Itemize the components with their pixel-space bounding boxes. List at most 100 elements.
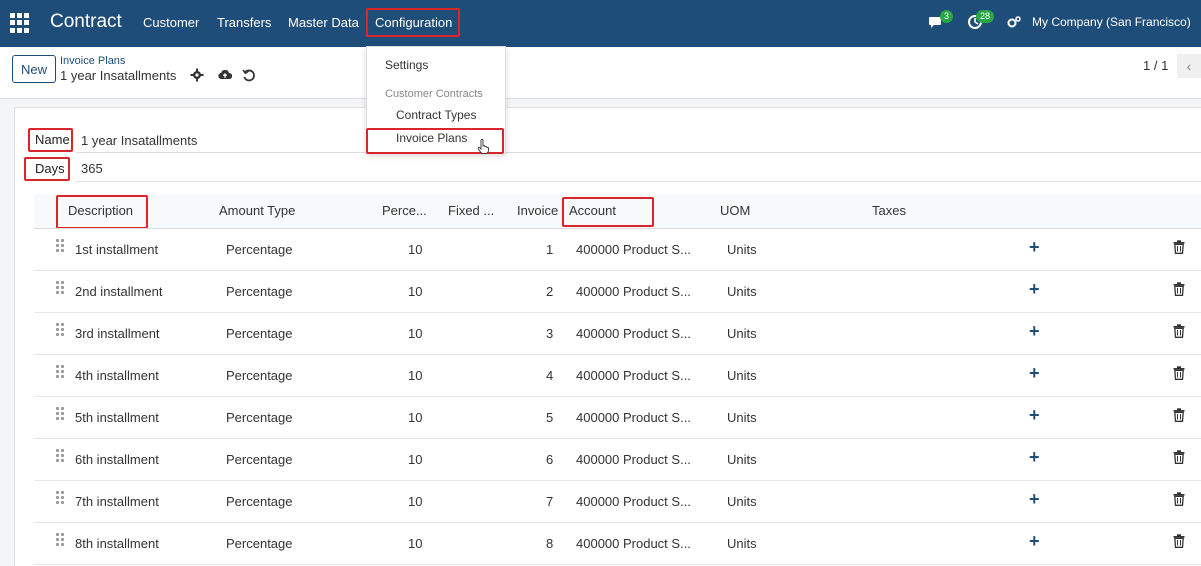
name-field[interactable]: 1 year Insatallments	[81, 133, 197, 148]
cell-account[interactable]: 400000 Product S...	[576, 494, 691, 509]
menu-customer[interactable]: Customer	[143, 15, 199, 30]
cell-invoice[interactable]: 2	[546, 284, 553, 299]
table-row[interactable]: 3rd installment Percentage 10 3 400000 P…	[34, 313, 1201, 355]
trash-icon[interactable]	[1173, 366, 1185, 380]
drag-handle-icon[interactable]	[56, 407, 64, 420]
col-taxes[interactable]: Taxes	[872, 203, 906, 218]
new-button[interactable]: New	[12, 55, 56, 83]
drag-handle-icon[interactable]	[56, 365, 64, 378]
cell-uom[interactable]: Units	[727, 326, 757, 341]
plus-icon[interactable]: +	[1029, 447, 1040, 468]
cell-account[interactable]: 400000 Product S...	[576, 242, 691, 257]
trash-icon[interactable]	[1173, 450, 1185, 464]
cell-account[interactable]: 400000 Product S...	[576, 368, 691, 383]
cell-description[interactable]: 4th installment	[75, 368, 159, 383]
discard-undo-icon[interactable]	[242, 68, 256, 82]
trash-icon[interactable]	[1173, 408, 1185, 422]
days-field[interactable]: 365	[81, 161, 103, 176]
cell-invoice[interactable]: 8	[546, 536, 553, 551]
trash-icon[interactable]	[1173, 240, 1185, 254]
cell-invoice[interactable]: 3	[546, 326, 553, 341]
col-uom[interactable]: UOM	[720, 203, 750, 218]
cell-uom[interactable]: Units	[727, 410, 757, 425]
apps-grid-icon[interactable]	[10, 13, 30, 33]
trash-icon[interactable]	[1173, 324, 1185, 338]
cell-amount-type[interactable]: Percentage	[226, 368, 293, 383]
cell-uom[interactable]: Units	[727, 242, 757, 257]
cell-uom[interactable]: Units	[727, 284, 757, 299]
drag-handle-icon[interactable]	[56, 239, 64, 252]
drag-handle-icon[interactable]	[56, 281, 64, 294]
table-row[interactable]: 6th installment Percentage 10 6 400000 P…	[34, 439, 1201, 481]
cell-invoice[interactable]: 6	[546, 452, 553, 467]
cell-percentage[interactable]: 10	[408, 410, 422, 425]
cloud-upload-icon[interactable]	[218, 68, 232, 82]
cell-amount-type[interactable]: Percentage	[226, 452, 293, 467]
drag-handle-icon[interactable]	[56, 491, 64, 504]
pager-prev-chevron-icon[interactable]: ‹	[1177, 54, 1201, 78]
cell-account[interactable]: 400000 Product S...	[576, 452, 691, 467]
cell-uom[interactable]: Units	[727, 452, 757, 467]
trash-icon[interactable]	[1173, 282, 1185, 296]
cell-uom[interactable]: Units	[727, 368, 757, 383]
plus-icon[interactable]: +	[1029, 279, 1040, 300]
table-row[interactable]: 2nd installment Percentage 10 2 400000 P…	[34, 271, 1201, 313]
app-title[interactable]: Contract	[50, 11, 122, 33]
menu-transfers[interactable]: Transfers	[217, 15, 271, 30]
cell-invoice[interactable]: 7	[546, 494, 553, 509]
breadcrumb-parent[interactable]: Invoice Plans	[60, 55, 125, 67]
col-fixed[interactable]: Fixed ...	[448, 203, 494, 218]
cell-amount-type[interactable]: Percentage	[226, 284, 293, 299]
drag-handle-icon[interactable]	[56, 449, 64, 462]
cell-uom[interactable]: Units	[727, 494, 757, 509]
menu-master-data[interactable]: Master Data	[288, 15, 359, 30]
cell-percentage[interactable]: 10	[408, 284, 422, 299]
cell-amount-type[interactable]: Percentage	[226, 536, 293, 551]
cell-account[interactable]: 400000 Product S...	[576, 536, 691, 551]
gear-icon[interactable]	[190, 68, 204, 82]
cell-description[interactable]: 3rd installment	[75, 326, 160, 341]
cell-description[interactable]: 7th installment	[75, 494, 159, 509]
cell-description[interactable]: 6th installment	[75, 452, 159, 467]
cell-invoice[interactable]: 1	[546, 242, 553, 257]
cell-description[interactable]: 2nd installment	[75, 284, 162, 299]
cell-account[interactable]: 400000 Product S...	[576, 326, 691, 341]
cell-percentage[interactable]: 10	[408, 368, 422, 383]
pager-value[interactable]: 1 / 1	[1143, 58, 1168, 73]
table-row[interactable]: 1st installment Percentage 10 1 400000 P…	[34, 229, 1201, 271]
trash-icon[interactable]	[1173, 492, 1185, 506]
cell-amount-type[interactable]: Percentage	[226, 494, 293, 509]
plus-icon[interactable]: +	[1029, 489, 1040, 510]
cell-description[interactable]: 1st installment	[75, 242, 158, 257]
cell-description[interactable]: 8th installment	[75, 536, 159, 551]
cell-description[interactable]: 5th installment	[75, 410, 159, 425]
cell-percentage[interactable]: 10	[408, 494, 422, 509]
plus-icon[interactable]: +	[1029, 237, 1040, 258]
drag-handle-icon[interactable]	[56, 323, 64, 336]
table-row[interactable]: 7th installment Percentage 10 7 400000 P…	[34, 481, 1201, 523]
menu-settings[interactable]: Settings	[385, 58, 428, 72]
plus-icon[interactable]: +	[1029, 531, 1040, 552]
cell-percentage[interactable]: 10	[408, 242, 422, 257]
cell-amount-type[interactable]: Percentage	[226, 410, 293, 425]
table-row[interactable]: 8th installment Percentage 10 8 400000 P…	[34, 523, 1201, 565]
plus-icon[interactable]: +	[1029, 405, 1040, 426]
plus-icon[interactable]: +	[1029, 363, 1040, 384]
plus-icon[interactable]: +	[1029, 321, 1040, 342]
col-invoice[interactable]: Invoice	[517, 203, 558, 218]
cell-amount-type[interactable]: Percentage	[226, 242, 293, 257]
cell-uom[interactable]: Units	[727, 536, 757, 551]
company-switcher[interactable]: My Company (San Francisco)	[1032, 15, 1191, 29]
col-amount-type[interactable]: Amount Type	[219, 203, 295, 218]
table-row[interactable]: 5th installment Percentage 10 5 400000 P…	[34, 397, 1201, 439]
col-percentage[interactable]: Perce...	[382, 203, 427, 218]
cell-percentage[interactable]: 10	[408, 452, 422, 467]
cell-account[interactable]: 400000 Product S...	[576, 410, 691, 425]
trash-icon[interactable]	[1173, 534, 1185, 548]
cell-invoice[interactable]: 4	[546, 368, 553, 383]
cell-percentage[interactable]: 10	[408, 326, 422, 341]
company-settings-icon[interactable]	[1006, 14, 1022, 30]
cell-account[interactable]: 400000 Product S...	[576, 284, 691, 299]
drag-handle-icon[interactable]	[56, 533, 64, 546]
cell-percentage[interactable]: 10	[408, 536, 422, 551]
